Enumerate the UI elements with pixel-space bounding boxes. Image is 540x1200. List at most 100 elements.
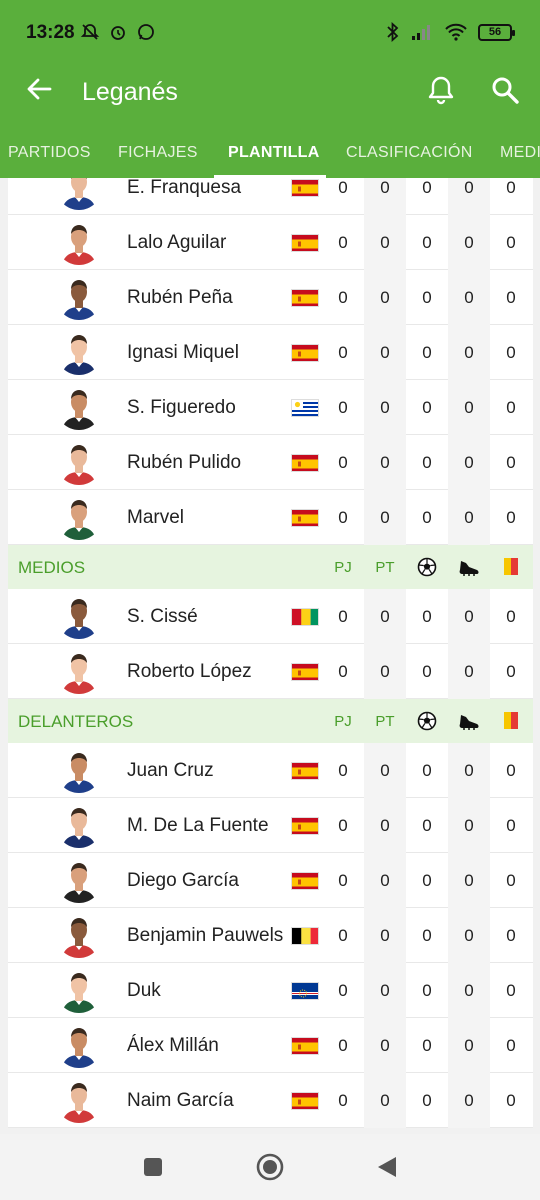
player-stat: 0 — [364, 435, 406, 490]
player-stat: 0 — [448, 1073, 490, 1128]
player-stat: 0 — [448, 908, 490, 963]
player-stat: 0 — [448, 1018, 490, 1073]
player-name: M. De La Fuente — [127, 815, 269, 836]
player-stat: 0 — [364, 1018, 406, 1073]
player-stat: 0 — [364, 798, 406, 853]
player-stat: 0 — [422, 452, 432, 472]
belgium-flag-icon — [291, 927, 319, 945]
col-header-pj: PJ — [334, 712, 352, 730]
tab-medios[interactable]: MEDI — [500, 144, 540, 162]
player-row[interactable]: Naim García 0 0 0 0 0 — [8, 1073, 533, 1128]
player-stat: 0 — [448, 435, 490, 490]
player-stat: 0 — [338, 815, 348, 835]
player-avatar — [56, 439, 102, 485]
recent-apps-button[interactable] — [138, 1152, 168, 1182]
player-stat: 0 — [338, 870, 348, 890]
player-stat: 0 — [448, 644, 490, 699]
player-stat: 0 — [364, 644, 406, 699]
goal-icon — [406, 699, 448, 743]
player-row[interactable]: Ignasi Miquel 0 0 0 0 0 — [8, 325, 533, 380]
bell-icon[interactable] — [426, 74, 456, 106]
home-button[interactable] — [254, 1151, 286, 1183]
player-avatar — [56, 219, 102, 265]
tab-fichajes[interactable]: FICHAJES — [118, 144, 198, 162]
player-avatar — [56, 494, 102, 540]
player-stat: 0 — [506, 507, 516, 527]
player-avatar — [56, 967, 102, 1013]
alarm-icon — [111, 26, 125, 40]
back-button[interactable] — [372, 1152, 402, 1182]
player-stat: 0 — [422, 815, 432, 835]
player-stat: 0 — [338, 606, 348, 626]
tab-plantilla[interactable]: PLANTILLA — [228, 144, 320, 162]
player-stat: 0 — [422, 397, 432, 417]
card-icon — [490, 699, 532, 743]
player-row[interactable]: Marvel 0 0 0 0 0 — [8, 490, 533, 545]
player-avatar — [56, 329, 102, 375]
player-avatar — [56, 274, 102, 320]
tab-partidos[interactable]: PARTIDOS — [8, 144, 91, 162]
player-stat: 0 — [506, 232, 516, 252]
player-stat: 0 — [448, 853, 490, 908]
wifi-icon — [445, 23, 467, 41]
player-row[interactable]: Benjamin Pauwels 0 0 0 0 0 — [8, 908, 533, 963]
player-stat: 0 — [338, 1090, 348, 1110]
player-stat: 0 — [422, 760, 432, 780]
player-name: Juan Cruz — [127, 760, 214, 781]
player-stat: 0 — [422, 1035, 432, 1055]
player-stat: 0 — [448, 743, 490, 798]
player-stat: 0 — [448, 380, 490, 435]
player-stat: 0 — [506, 452, 516, 472]
player-name: Naim García — [127, 1090, 234, 1111]
player-row[interactable]: Diego García 0 0 0 0 0 — [8, 853, 533, 908]
player-stat: 0 — [364, 1073, 406, 1128]
player-stat: 0 — [422, 1090, 432, 1110]
player-stat: 0 — [364, 908, 406, 963]
squad-list[interactable]: E. Franquesa 0 0 0 0 0 Lalo Aguilar 0 0 0 0 0 Rubén … — [8, 160, 533, 1128]
player-stat: 0 — [506, 342, 516, 362]
player-row[interactable]: Álex Millán 0 0 0 0 0 — [8, 1018, 533, 1073]
player-row[interactable]: Duk 0 0 0 0 0 — [8, 963, 533, 1018]
player-avatar — [56, 384, 102, 430]
spain-flag-icon — [291, 1092, 319, 1110]
player-stat: 0 — [422, 342, 432, 362]
player-stat: 0 — [338, 397, 348, 417]
player-row[interactable]: M. De La Fuente 0 0 0 0 0 — [8, 798, 533, 853]
player-row[interactable]: Lalo Aguilar 0 0 0 0 0 — [8, 215, 533, 270]
bluetooth-icon — [387, 21, 399, 43]
player-stat: 0 — [422, 287, 432, 307]
player-stat: 0 — [338, 760, 348, 780]
player-stat: 0 — [338, 925, 348, 945]
player-name: Duk — [127, 980, 161, 1001]
player-row[interactable]: Juan Cruz 0 0 0 0 0 — [8, 743, 533, 798]
player-name: Diego García — [127, 870, 239, 891]
spain-flag-icon — [291, 872, 319, 890]
player-avatar — [56, 912, 102, 958]
player-row[interactable]: S. Cissé 0 0 0 0 0 — [8, 589, 533, 644]
spain-flag-icon — [291, 454, 319, 472]
player-row[interactable]: S. Figueredo 0 0 0 0 0 — [8, 380, 533, 435]
back-arrow-icon[interactable] — [24, 74, 54, 104]
player-name: S. Cissé — [127, 606, 198, 627]
player-stat: 0 — [448, 963, 490, 1018]
player-stat: 0 — [364, 325, 406, 380]
player-row[interactable]: Rubén Peña 0 0 0 0 0 — [8, 270, 533, 325]
player-stat: 0 — [506, 397, 516, 417]
tab-clasificacion[interactable]: CLASIFICACIÓN — [346, 144, 473, 162]
player-stat: 0 — [422, 507, 432, 527]
player-name: Roberto López — [127, 661, 252, 682]
player-stat: 0 — [506, 980, 516, 1000]
player-stat: 0 — [364, 963, 406, 1018]
player-stat: 0 — [422, 980, 432, 1000]
player-row[interactable]: Rubén Pulido 0 0 0 0 0 — [8, 435, 533, 490]
player-row[interactable]: Roberto López 0 0 0 0 0 — [8, 644, 533, 699]
player-stat: 0 — [364, 380, 406, 435]
search-icon[interactable] — [490, 74, 520, 106]
player-name: Rubén Peña — [127, 287, 233, 308]
player-stat: 0 — [364, 743, 406, 798]
player-stat: 0 — [506, 1090, 516, 1110]
player-name: E. Franquesa — [127, 177, 242, 198]
col-header-pj: PJ — [334, 558, 352, 576]
signal-icon — [412, 25, 430, 40]
player-stat: 0 — [338, 452, 348, 472]
